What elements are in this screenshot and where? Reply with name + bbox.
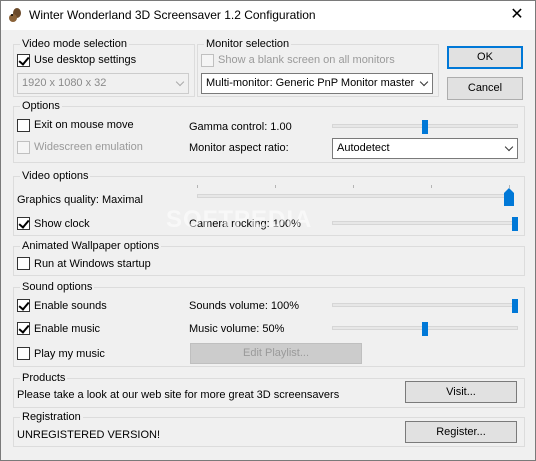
run-at-startup-checkbox[interactable]	[17, 257, 30, 270]
chevron-down-icon	[175, 77, 185, 87]
sounds-volume-label: Sounds volume: 100%	[189, 300, 300, 312]
widescreen-label: Widescreen emulation	[34, 141, 143, 153]
visit-button[interactable]: Visit...	[405, 381, 517, 403]
resolution-select[interactable]: 1920 x 1080 x 32	[17, 73, 189, 94]
sound-options-title: Sound options	[20, 281, 95, 293]
slider-tick	[275, 185, 276, 188]
widescreen-checkbox[interactable]	[17, 141, 30, 154]
enable-sounds-label: Enable sounds	[34, 300, 107, 312]
close-button[interactable]: ✕	[505, 4, 529, 26]
use-desktop-label: Use desktop settings	[34, 54, 137, 66]
music-volume-thumb[interactable]	[422, 322, 428, 336]
options-title: Options	[20, 100, 62, 112]
enable-music-label: Enable music	[34, 323, 101, 335]
graphics-quality-track	[197, 194, 513, 198]
gamma-slider[interactable]	[332, 119, 518, 135]
enable-music-checkbox[interactable]	[17, 322, 30, 335]
registration-title: Registration	[20, 411, 83, 423]
config-window: Winter Wonderland 3D Screensaver 1.2 Con…	[0, 0, 536, 461]
registration-status: UNREGISTERED VERSION!	[17, 429, 161, 441]
music-volume-slider[interactable]	[332, 321, 518, 337]
window-title: Winter Wonderland 3D Screensaver 1.2 Con…	[29, 8, 316, 22]
products-text: Please take a look at our web site for m…	[17, 389, 340, 401]
camera-rocking-track	[332, 221, 518, 225]
sounds-volume-track	[332, 303, 518, 307]
resolution-value: 1920 x 1080 x 32	[22, 77, 107, 89]
aspect-ratio-value: Autodetect	[337, 142, 390, 154]
video-mode-title: Video mode selection	[20, 38, 129, 50]
edit-playlist-button[interactable]: Edit Playlist...	[190, 343, 362, 364]
slider-tick	[197, 185, 198, 188]
graphics-quality-label: Graphics quality: Maximal	[17, 194, 143, 206]
play-my-music-checkbox[interactable]	[17, 347, 30, 360]
wallpaper-title: Animated Wallpaper options	[20, 240, 162, 252]
camera-rocking-slider[interactable]	[332, 216, 518, 232]
softpedia-watermark: SOFTPEDIA	[166, 206, 313, 233]
show-clock-label: Show clock	[34, 218, 90, 230]
squirrel-app-icon	[7, 7, 23, 23]
monitor-title: Monitor selection	[204, 38, 292, 50]
aspect-ratio-label: Monitor aspect ratio:	[189, 142, 289, 154]
camera-rocking-thumb[interactable]	[512, 217, 518, 231]
chevron-down-icon	[504, 142, 514, 152]
monitor-value: Multi-monitor: Generic PnP Monitor maste…	[206, 77, 415, 89]
exit-on-move-label: Exit on mouse move	[34, 119, 134, 131]
video-options-title: Video options	[20, 170, 91, 182]
cancel-button[interactable]: Cancel	[447, 77, 523, 100]
blank-screen-label: Show a blank screen on all monitors	[218, 54, 395, 66]
enable-sounds-checkbox[interactable]	[17, 299, 30, 312]
exit-on-move-checkbox[interactable]	[17, 119, 30, 132]
sounds-volume-thumb[interactable]	[512, 299, 518, 313]
chevron-down-icon	[419, 77, 429, 87]
title-bar: Winter Wonderland 3D Screensaver 1.2 Con…	[1, 1, 535, 30]
monitor-select[interactable]: Multi-monitor: Generic PnP Monitor maste…	[201, 73, 433, 94]
show-clock-checkbox[interactable]	[17, 217, 30, 230]
register-button[interactable]: Register...	[405, 421, 517, 443]
ok-button[interactable]: OK	[447, 46, 523, 69]
slider-tick	[353, 185, 354, 188]
slider-tick	[431, 185, 432, 188]
gamma-label: Gamma control: 1.00	[189, 121, 292, 133]
aspect-ratio-select[interactable]: Autodetect	[332, 138, 518, 159]
music-volume-label: Music volume: 50%	[189, 323, 285, 335]
sounds-volume-slider[interactable]	[332, 298, 518, 314]
gamma-slider-thumb[interactable]	[422, 120, 428, 134]
use-desktop-checkbox[interactable]	[17, 54, 30, 67]
blank-screen-checkbox[interactable]	[201, 54, 214, 67]
run-at-startup-label: Run at Windows startup	[34, 258, 151, 270]
products-title: Products	[20, 372, 68, 384]
play-my-music-label: Play my music	[34, 348, 105, 360]
graphics-quality-thumb[interactable]	[504, 188, 514, 206]
